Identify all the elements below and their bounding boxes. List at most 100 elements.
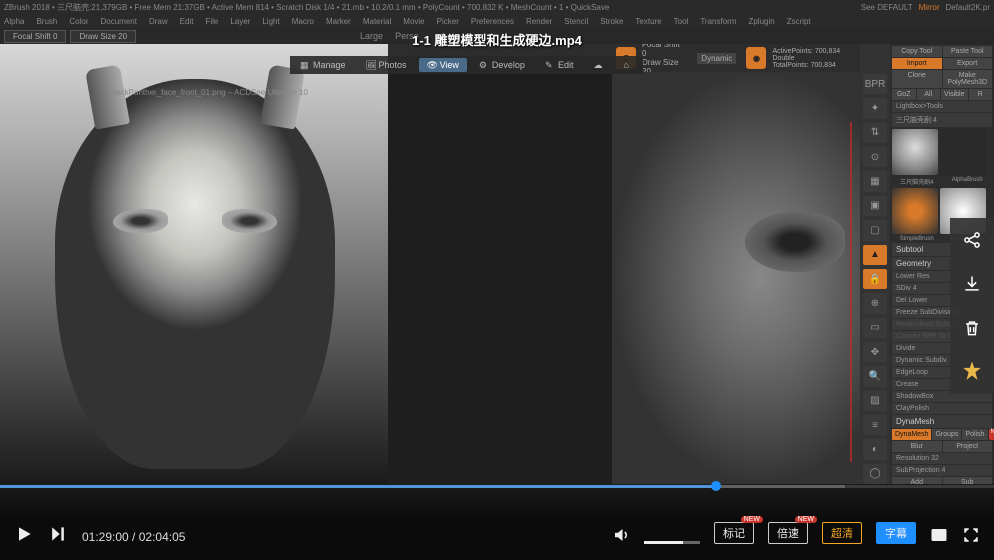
volume-button[interactable] xyxy=(612,526,630,544)
reference-viewport[interactable]: blackPanther_face_front_01.png – ACDSee … xyxy=(0,44,388,484)
tool-thumb-head[interactable] xyxy=(892,129,938,175)
quality-button[interactable]: 超清 xyxy=(822,522,862,544)
vp-dynamic[interactable]: Dynamic xyxy=(697,53,736,64)
floor-button[interactable]: ▢ xyxy=(863,220,887,240)
sfix-button[interactable]: ✦ xyxy=(863,98,887,118)
blur-button[interactable]: Blur xyxy=(892,441,942,452)
all-button[interactable]: All xyxy=(917,89,941,100)
tab-view[interactable]: 👁View xyxy=(419,58,467,72)
next-button[interactable] xyxy=(48,524,68,544)
aahaif-button[interactable]: ▦ xyxy=(863,171,887,191)
menu-color[interactable]: Color xyxy=(69,17,88,26)
actual-button[interactable]: ⊙ xyxy=(863,147,887,167)
project-button[interactable]: Project xyxy=(943,441,993,452)
menu-movie[interactable]: Movie xyxy=(403,17,424,26)
menu-material[interactable]: Material xyxy=(363,17,391,26)
menu-layer[interactable]: Layer xyxy=(230,17,250,26)
info-left: ZBrush 2018 • 三尺脑壳:21,379GB • Free Mem 2… xyxy=(4,2,609,13)
dynamesh-button[interactable]: DynaMesh xyxy=(892,429,931,440)
focal-shift-slider[interactable]: Focal Shift 0 xyxy=(4,30,66,43)
solo-button[interactable]: ◐ xyxy=(863,439,887,459)
clone-button[interactable]: Clone xyxy=(892,70,942,88)
zbrush-viewport[interactable]: C Focal Shift 0 Draw Size 20 Dynamic ◉ A… xyxy=(612,44,860,484)
share-button[interactable] xyxy=(950,218,994,262)
line-fill-button[interactable]: ≡ xyxy=(863,415,887,435)
large-label[interactable]: Large xyxy=(360,31,383,41)
persp-button[interactable]: ▣ xyxy=(863,196,887,216)
delete-button[interactable] xyxy=(950,306,994,350)
menu-document[interactable]: Document xyxy=(101,17,137,26)
main-menu[interactable]: Alpha Brush Color Document Draw Edit File Layer… xyxy=(0,14,994,28)
tab-edit[interactable]: ✎Edit xyxy=(537,58,582,72)
menu-texture[interactable]: Texture xyxy=(635,17,661,26)
subtitle-button[interactable]: 字幕 xyxy=(876,522,916,544)
zoom-button[interactable]: 🔍 xyxy=(863,366,887,386)
menu-macro[interactable]: Macro xyxy=(292,17,314,26)
goz-button[interactable]: GoZ xyxy=(892,89,916,100)
resolution[interactable]: Resolution 32 xyxy=(892,453,992,464)
menu-stencil[interactable]: Stencil xyxy=(564,17,588,26)
mark-button[interactable]: 标记NEW xyxy=(714,522,754,544)
menu-light[interactable]: Light xyxy=(262,17,279,26)
lightbox-tools[interactable]: Lightbox>Tools xyxy=(892,101,992,112)
menu-stroke[interactable]: Stroke xyxy=(600,17,623,26)
vp-focal[interactable]: Focal Shift 0 xyxy=(642,44,685,58)
draw-size-slider[interactable]: Draw Size 20 xyxy=(70,30,136,43)
tab-photos[interactable]: 🖼Photos xyxy=(358,58,415,72)
import-button[interactable]: Import xyxy=(892,58,942,69)
menu-picker[interactable]: Picker xyxy=(437,17,459,26)
polish-button[interactable]: Polish xyxy=(962,429,987,440)
menu-zscript[interactable]: Zscript xyxy=(787,17,811,26)
workspace: blackPanther_face_front_01.png – ACDSee … xyxy=(0,44,994,484)
pip-button[interactable] xyxy=(930,526,948,544)
play-button[interactable] xyxy=(14,524,34,544)
tab-365[interactable]: ☁ xyxy=(585,58,611,72)
fullscreen-button[interactable] xyxy=(962,526,980,544)
speed-button[interactable]: 倍速NEW xyxy=(768,522,808,544)
menu-draw[interactable]: Draw xyxy=(149,17,168,26)
local-button[interactable]: ▲ xyxy=(863,245,887,265)
add-button[interactable]: Add xyxy=(892,477,942,484)
xpose-button[interactable]: ⊕ xyxy=(863,293,887,313)
subprojection[interactable]: SubProjection 4 xyxy=(892,465,992,476)
menu-tool[interactable]: Tool xyxy=(674,17,689,26)
menu-file[interactable]: File xyxy=(205,17,218,26)
menu-alpha[interactable]: Alpha xyxy=(4,17,24,26)
groups-button[interactable]: Groups xyxy=(932,429,961,440)
menu-render[interactable]: Render xyxy=(526,17,552,26)
bpr-button[interactable]: BPR xyxy=(863,74,887,94)
lock-button[interactable]: 🔒 xyxy=(863,269,887,289)
video-progress-bar[interactable] xyxy=(0,485,994,488)
make-polymesh-button[interactable]: Make PolyMesh3D xyxy=(943,70,993,88)
menu-zplugin[interactable]: Zplugin xyxy=(748,17,774,26)
tab-dash[interactable]: ⌂ xyxy=(615,58,641,72)
download-button[interactable] xyxy=(950,262,994,306)
tool-thumb-alpha[interactable] xyxy=(940,129,986,175)
menu-edit[interactable]: Edit xyxy=(180,17,194,26)
volume-slider[interactable] xyxy=(644,541,700,544)
copy-tool-button[interactable]: Copy Tool xyxy=(892,46,942,57)
scroll-button[interactable]: ⇅ xyxy=(863,123,887,143)
stroke-icon[interactable]: ◉ xyxy=(746,47,766,69)
tab-develop[interactable]: ⚙Develop xyxy=(471,58,533,72)
polyf-button[interactable]: ▨ xyxy=(863,391,887,411)
menu-marker[interactable]: Marker xyxy=(326,17,351,26)
tab-manage[interactable]: ▦Manage xyxy=(292,58,354,72)
paste-tool-button[interactable]: Paste Tool xyxy=(943,46,993,57)
tool-thumb-simple[interactable] xyxy=(892,188,938,234)
r-button[interactable]: R xyxy=(969,89,993,100)
visible-button[interactable]: Visible xyxy=(941,89,968,100)
menu-transform[interactable]: Transform xyxy=(700,17,736,26)
export-button[interactable]: Export xyxy=(943,58,993,69)
menu-preferences[interactable]: Preferences xyxy=(471,17,514,26)
menu-brush[interactable]: Brush xyxy=(36,17,57,26)
sub-button[interactable]: Sub xyxy=(943,477,993,484)
progress-handle[interactable] xyxy=(711,481,721,491)
move-button[interactable]: ✥ xyxy=(863,342,887,362)
transp-button[interactable]: ◯ xyxy=(863,464,887,484)
claypolish[interactable]: ClayPolish xyxy=(892,403,992,414)
frame-button[interactable]: ▭ xyxy=(863,318,887,338)
time-display: 01:29:00 / 02:04:05 xyxy=(82,530,185,544)
pin-button[interactable] xyxy=(950,350,994,394)
dynamesh-header[interactable]: DynaMesh xyxy=(892,415,992,428)
